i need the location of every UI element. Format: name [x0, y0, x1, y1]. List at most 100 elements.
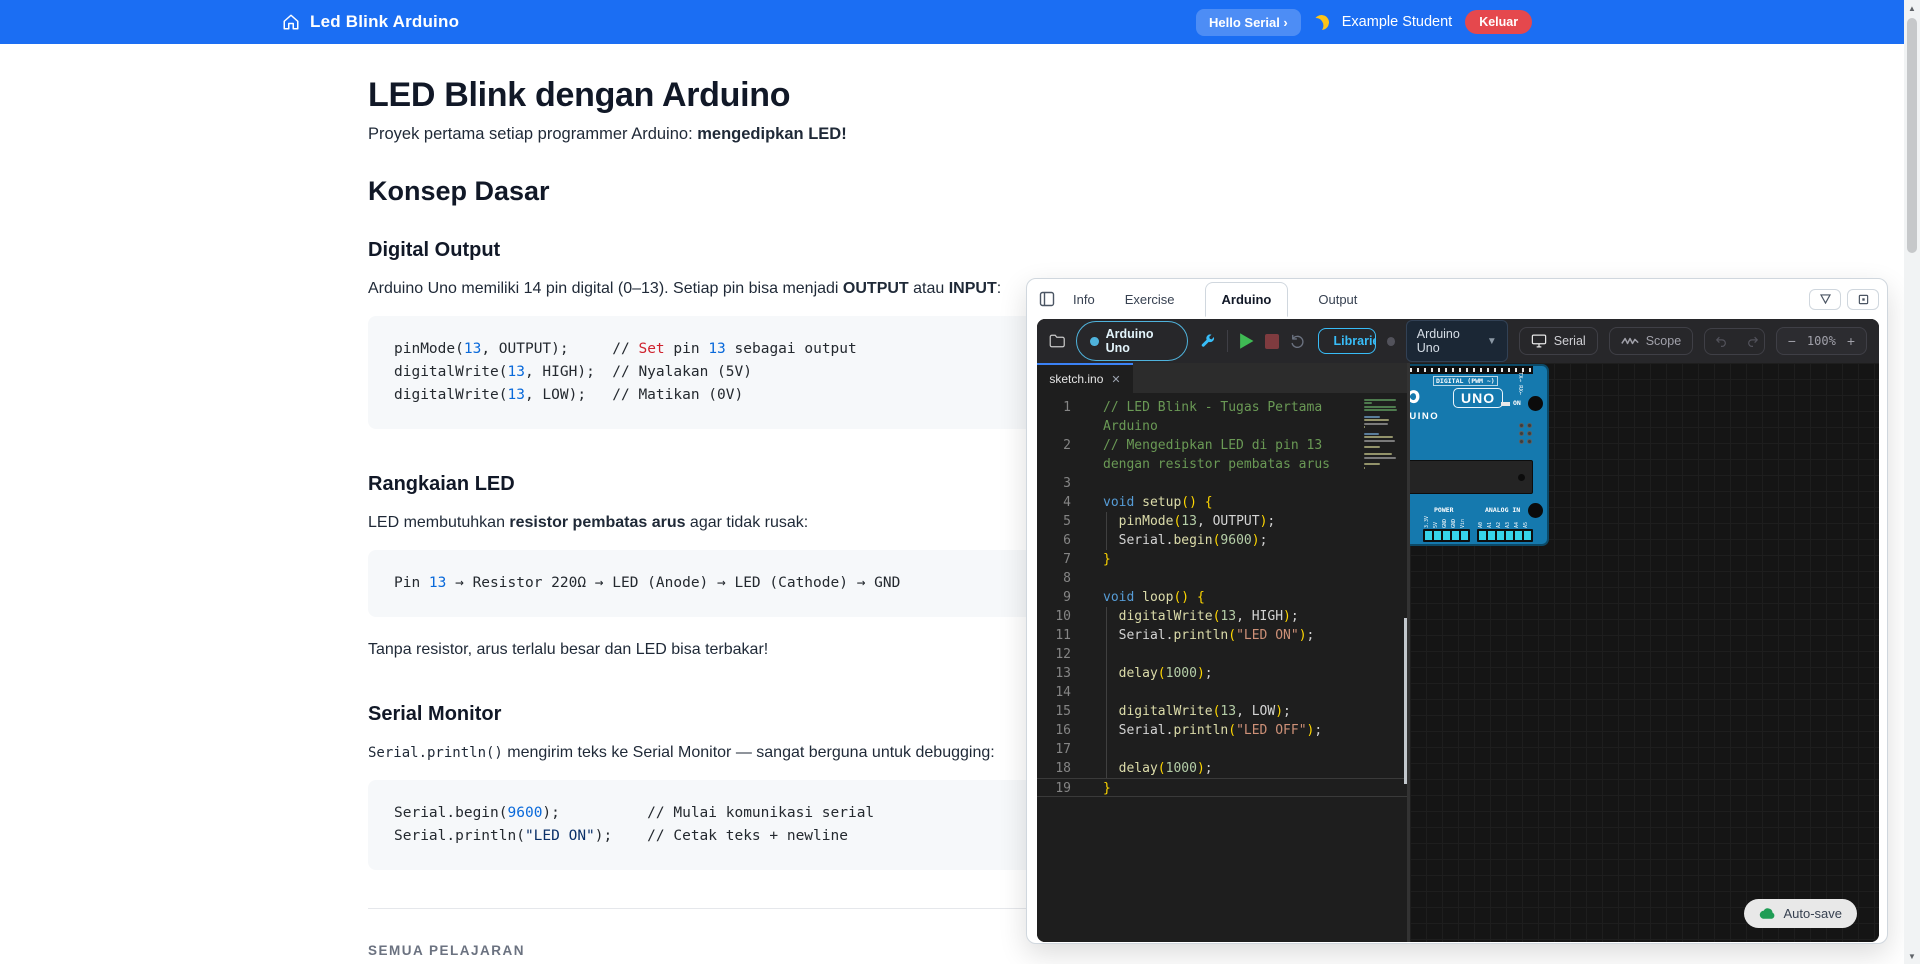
- editor-line[interactable]: 15 digitalWrite(13, LOW);: [1037, 702, 1407, 721]
- app-title: Led Blink Arduino: [310, 12, 459, 32]
- mounting-hole: [1528, 396, 1543, 411]
- device-pill-label: Arduino Uno: [1106, 327, 1175, 355]
- device-status-dot: [1090, 337, 1098, 346]
- tab-exercise[interactable]: Exercise: [1125, 292, 1175, 307]
- editor-line[interactable]: Arduino: [1037, 417, 1407, 436]
- code-block-serial: Serial.begin(9600); // Mulai komunikasi …: [368, 780, 1060, 870]
- tab-info[interactable]: Info: [1073, 292, 1095, 307]
- restore-window-button[interactable]: [1847, 289, 1879, 310]
- on-label: ON: [1513, 399, 1521, 407]
- editor-line[interactable]: 14: [1037, 683, 1407, 702]
- toolbar-divider: [1227, 330, 1228, 352]
- editor-line[interactable]: 1// LED Blink - Tugas Pertama: [1037, 398, 1407, 417]
- redo-button[interactable]: [1737, 329, 1765, 354]
- monitor-icon: [1531, 334, 1547, 348]
- panel-tab-bar: Info Exercise Arduino Output: [1027, 279, 1887, 319]
- cloud-icon: [1759, 908, 1775, 919]
- uno-label: UNO: [1453, 388, 1503, 408]
- editor-line[interactable]: 10 digitalWrite(13, HIGH);: [1037, 607, 1407, 626]
- editor-line[interactable]: 9void loop() {: [1037, 588, 1407, 607]
- editor-line[interactable]: 19}: [1037, 778, 1407, 797]
- editor-line[interactable]: 8: [1037, 569, 1407, 588]
- simulator-panel: Info Exercise Arduino Output Arduino Uno: [1026, 278, 1888, 944]
- triangle-down-button[interactable]: [1809, 289, 1841, 310]
- undo-redo-group: [1704, 328, 1765, 355]
- section-heading-konsep-dasar: Konsep Dasar: [368, 176, 1368, 207]
- scroll-down-arrow[interactable]: ▼: [1904, 948, 1920, 964]
- scope-button[interactable]: Scope: [1609, 327, 1693, 355]
- editor-line[interactable]: 6 Serial.begin(9600);: [1037, 531, 1407, 550]
- code-editor[interactable]: 1// LED Blink - Tugas PertamaArduino2// …: [1037, 393, 1407, 942]
- hello-serial-button[interactable]: Hello Serial ›: [1196, 9, 1301, 36]
- tab-output[interactable]: Output: [1318, 292, 1357, 307]
- editor-line[interactable]: 17: [1037, 740, 1407, 759]
- board-select[interactable]: Arduino Uno ▼: [1406, 320, 1508, 362]
- file-tab-strip: sketch.ino ✕: [1037, 363, 1407, 393]
- lessons-heading: SEMUA PELAJARAN: [368, 943, 1368, 958]
- libraries-button[interactable]: Libraries: [1318, 328, 1376, 354]
- editor-line[interactable]: 18 delay(1000);: [1037, 759, 1407, 778]
- editor-line[interactable]: 13 delay(1000);: [1037, 664, 1407, 683]
- redo-icon: [1746, 335, 1760, 348]
- editor-line[interactable]: 5 pinMode(13, OUTPUT);: [1037, 512, 1407, 531]
- microcontroller-chip: [1410, 460, 1533, 494]
- intro-paragraph: Proyek pertama setiap programmer Arduino…: [368, 125, 1368, 144]
- power-pin-header: [1423, 529, 1470, 542]
- dark-mode-toggle-moon-icon[interactable]: [1313, 13, 1330, 30]
- digital-pin-header: [1410, 366, 1533, 374]
- autosave-button[interactable]: Auto-save: [1744, 899, 1857, 928]
- device-pill-button[interactable]: Arduino Uno: [1076, 321, 1188, 361]
- restart-icon[interactable]: [1290, 332, 1306, 350]
- txrx-label: TX→ RX←: [1517, 372, 1523, 395]
- editor-line[interactable]: 2// Mengedipkan LED di pin 13: [1037, 436, 1407, 455]
- panel-tabs: Info Exercise Arduino Output: [1073, 279, 1357, 319]
- page-scrollbar[interactable]: ▲ ▼: [1904, 0, 1920, 964]
- arduino-uno-board[interactable]: DIGITAL (PWM ~) TX→ RX← ∞ UNO ON DUINO P…: [1410, 364, 1549, 546]
- subheading-digital-output: Digital Output: [368, 239, 1368, 262]
- folder-icon[interactable]: [1049, 333, 1065, 349]
- digital-pwm-label: DIGITAL (PWM ~): [1433, 376, 1498, 386]
- editor-line[interactable]: 12: [1037, 645, 1407, 664]
- inline-code: Serial.println(): [368, 745, 503, 761]
- editor-line[interactable]: 4void setup() {: [1037, 493, 1407, 512]
- analog-pin-header: [1477, 529, 1533, 542]
- tab-arduino[interactable]: Arduino: [1205, 282, 1289, 317]
- code-block-digital-output: pinMode(13, OUTPUT); // Set pin 13 sebag…: [368, 316, 1060, 429]
- editor-line[interactable]: 16 Serial.println("LED OFF");: [1037, 721, 1407, 740]
- waveform-icon: [1621, 335, 1639, 347]
- editor-line[interactable]: 7}: [1037, 550, 1407, 569]
- wrench-icon[interactable]: [1199, 332, 1215, 350]
- zoom-out-button[interactable]: −: [1788, 335, 1796, 347]
- stop-button-icon[interactable]: [1265, 334, 1279, 349]
- undo-icon: [1714, 335, 1728, 348]
- serial-monitor-button[interactable]: Serial: [1519, 327, 1598, 355]
- chevron-down-icon: ▼: [1487, 336, 1497, 347]
- board-select-value: Arduino Uno: [1417, 327, 1479, 355]
- file-tab-sketch-ino[interactable]: sketch.ino ✕: [1037, 363, 1133, 393]
- undo-button[interactable]: [1705, 329, 1737, 354]
- editor-scrollbar-thumb[interactable]: [1404, 618, 1407, 784]
- file-tab-label: sketch.ino: [1049, 372, 1103, 386]
- logout-button[interactable]: Keluar: [1465, 10, 1532, 34]
- autosave-label: Auto-save: [1783, 906, 1842, 921]
- editor-line[interactable]: 11 Serial.println("LED ON");: [1037, 626, 1407, 645]
- dock-panel-icon[interactable]: [1039, 291, 1055, 307]
- power-led: [1501, 402, 1510, 406]
- editor-line[interactable]: 3: [1037, 474, 1407, 493]
- scroll-up-arrow[interactable]: ▲: [1904, 0, 1920, 16]
- close-icon[interactable]: ✕: [1111, 373, 1120, 386]
- home-icon[interactable]: [282, 13, 300, 31]
- minimap[interactable]: [1364, 399, 1400, 470]
- editor-column: sketch.ino ✕ 1// LED Blink - Tugas Perta…: [1037, 363, 1407, 942]
- section-divider: [368, 908, 1060, 909]
- arduino-silkscreen-text: DUINO: [1410, 411, 1439, 422]
- connection-status-dot: [1387, 337, 1395, 346]
- zoom-in-button[interactable]: +: [1847, 335, 1855, 347]
- run-button-icon[interactable]: [1239, 332, 1255, 350]
- page-scrollbar-thumb[interactable]: [1907, 18, 1917, 253]
- zoom-controls: − 100% +: [1776, 327, 1867, 355]
- diagram-canvas[interactable]: DIGITAL (PWM ~) TX→ RX← ∞ UNO ON DUINO P…: [1410, 363, 1879, 942]
- arduino-infinity-logo: ∞: [1410, 374, 1421, 416]
- arduino-ide: Arduino Uno Libraries Arduino Uno ▼: [1037, 319, 1879, 942]
- editor-line[interactable]: dengan resistor pembatas arus: [1037, 455, 1407, 474]
